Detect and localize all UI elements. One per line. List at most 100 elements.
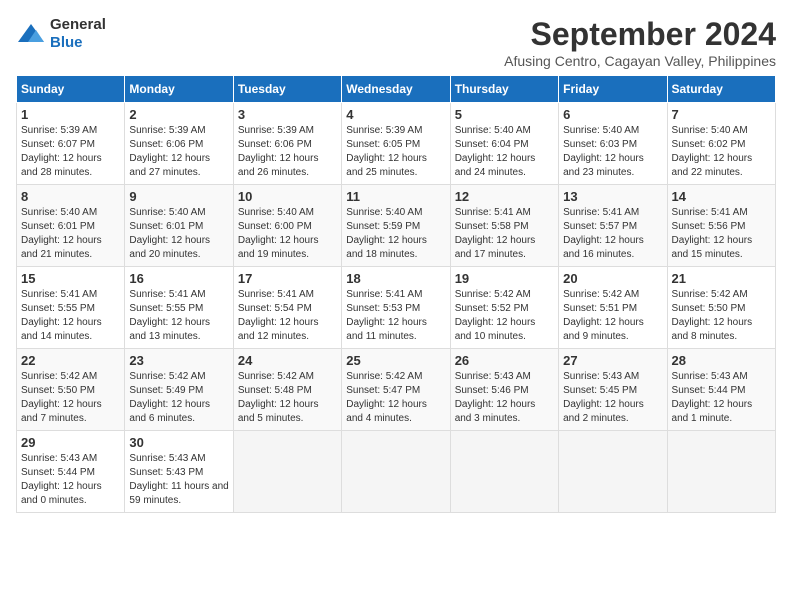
day-number: 25: [346, 353, 445, 368]
calendar-cell: 27 Sunrise: 5:43 AM Sunset: 5:45 PM Dayli…: [559, 349, 667, 431]
calendar-cell: 18 Sunrise: 5:41 AM Sunset: 5:53 PM Dayli…: [342, 267, 450, 349]
day-number: 9: [129, 189, 228, 204]
day-number: 11: [346, 189, 445, 204]
day-detail: Sunrise: 5:40 AM Sunset: 6:01 PM Dayligh…: [129, 206, 228, 262]
day-detail: Sunrise: 5:42 AM Sunset: 5:50 PM Dayligh…: [21, 370, 120, 426]
col-monday: Monday: [125, 76, 233, 103]
day-detail: Sunrise: 5:43 AM Sunset: 5:46 PM Dayligh…: [455, 370, 554, 426]
calendar-cell: 22 Sunrise: 5:42 AM Sunset: 5:50 PM Dayli…: [17, 349, 125, 431]
calendar-cell: 1 Sunrise: 5:39 AM Sunset: 6:07 PM Daylig…: [17, 103, 125, 185]
calendar-week-1: 1 Sunrise: 5:39 AM Sunset: 6:07 PM Daylig…: [17, 103, 776, 185]
calendar-cell: [667, 431, 775, 513]
day-number: 19: [455, 271, 554, 286]
day-detail: Sunrise: 5:41 AM Sunset: 5:55 PM Dayligh…: [129, 288, 228, 344]
logo-text: General Blue: [50, 16, 106, 52]
day-number: 27: [563, 353, 662, 368]
calendar-cell: 25Sunrise: 5:42 AM Sunset: 5:47 PM Dayli…: [342, 349, 450, 431]
location-subtitle: Afusing Centro, Cagayan Valley, Philippi…: [504, 53, 776, 69]
calendar-cell: 23 Sunrise: 5:42 AM Sunset: 5:49 PM Dayli…: [125, 349, 233, 431]
calendar-cell: 10 Sunrise: 5:40 AM Sunset: 6:00 PM Dayli…: [233, 185, 341, 267]
day-detail: Sunrise: 5:41 AM Sunset: 5:54 PM Dayligh…: [238, 288, 337, 344]
day-detail: Sunrise: 5:40 AM Sunset: 6:02 PM Dayligh…: [672, 124, 771, 180]
calendar-cell: 13 Sunrise: 5:41 AM Sunset: 5:57 PM Dayli…: [559, 185, 667, 267]
calendar-table: Sunday Monday Tuesday Wednesday Thursday…: [16, 75, 776, 513]
calendar-cell: 8Sunrise: 5:40 AM Sunset: 6:01 PM Daylig…: [17, 185, 125, 267]
calendar-cell: 7 Sunrise: 5:40 AM Sunset: 6:02 PM Daylig…: [667, 103, 775, 185]
day-number: 18: [346, 271, 445, 286]
day-detail: Sunrise: 5:42 AM Sunset: 5:52 PM Dayligh…: [455, 288, 554, 344]
day-detail: Sunrise: 5:39 AM Sunset: 6:05 PM Dayligh…: [346, 124, 445, 180]
day-detail: Sunrise: 5:42 AM Sunset: 5:50 PM Dayligh…: [672, 288, 771, 344]
calendar-week-3: 15Sunrise: 5:41 AM Sunset: 5:55 PM Dayli…: [17, 267, 776, 349]
day-number: 28: [672, 353, 771, 368]
day-number: 6: [563, 107, 662, 122]
day-detail: Sunrise: 5:40 AM Sunset: 6:03 PM Dayligh…: [563, 124, 662, 180]
day-number: 23: [129, 353, 228, 368]
day-detail: Sunrise: 5:43 AM Sunset: 5:45 PM Dayligh…: [563, 370, 662, 426]
calendar-cell: 15Sunrise: 5:41 AM Sunset: 5:55 PM Dayli…: [17, 267, 125, 349]
month-title: September 2024: [504, 16, 776, 53]
day-number: 5: [455, 107, 554, 122]
day-detail: Sunrise: 5:42 AM Sunset: 5:49 PM Dayligh…: [129, 370, 228, 426]
calendar-cell: 2Sunrise: 5:39 AM Sunset: 6:06 PM Daylig…: [125, 103, 233, 185]
calendar-week-5: 29 Sunrise: 5:43 AM Sunset: 5:44 PM Dayli…: [17, 431, 776, 513]
day-number: 22: [21, 353, 120, 368]
calendar-cell: 16Sunrise: 5:41 AM Sunset: 5:55 PM Dayli…: [125, 267, 233, 349]
day-number: 10: [238, 189, 337, 204]
col-sunday: Sunday: [17, 76, 125, 103]
day-detail: Sunrise: 5:41 AM Sunset: 5:57 PM Dayligh…: [563, 206, 662, 262]
calendar-cell: 6 Sunrise: 5:40 AM Sunset: 6:03 PM Daylig…: [559, 103, 667, 185]
day-detail: Sunrise: 5:40 AM Sunset: 5:59 PM Dayligh…: [346, 206, 445, 262]
day-number: 4: [346, 107, 445, 122]
day-number: 7: [672, 107, 771, 122]
logo-general: General: [50, 16, 106, 33]
calendar-cell: 4 Sunrise: 5:39 AM Sunset: 6:05 PM Daylig…: [342, 103, 450, 185]
day-detail: Sunrise: 5:39 AM Sunset: 6:06 PM Dayligh…: [238, 124, 337, 180]
day-detail: Sunrise: 5:43 AM Sunset: 5:43 PM Dayligh…: [129, 452, 228, 508]
day-detail: Sunrise: 5:41 AM Sunset: 5:55 PM Dayligh…: [21, 288, 120, 344]
calendar-cell: 14Sunrise: 5:41 AM Sunset: 5:56 PM Dayli…: [667, 185, 775, 267]
logo: General Blue: [16, 16, 106, 52]
day-number: 21: [672, 271, 771, 286]
calendar-week-2: 8Sunrise: 5:40 AM Sunset: 6:01 PM Daylig…: [17, 185, 776, 267]
day-number: 13: [563, 189, 662, 204]
day-number: 30: [129, 435, 228, 450]
calendar-header: Sunday Monday Tuesday Wednesday Thursday…: [17, 76, 776, 103]
day-detail: Sunrise: 5:41 AM Sunset: 5:53 PM Dayligh…: [346, 288, 445, 344]
day-number: 24: [238, 353, 337, 368]
day-number: 26: [455, 353, 554, 368]
col-wednesday: Wednesday: [342, 76, 450, 103]
day-number: 17: [238, 271, 337, 286]
logo-icon: [16, 22, 46, 46]
title-area: September 2024 Afusing Centro, Cagayan V…: [504, 16, 776, 69]
calendar-cell: 5 Sunrise: 5:40 AM Sunset: 6:04 PM Daylig…: [450, 103, 558, 185]
calendar-cell: 9 Sunrise: 5:40 AM Sunset: 6:01 PM Daylig…: [125, 185, 233, 267]
day-detail: Sunrise: 5:41 AM Sunset: 5:56 PM Dayligh…: [672, 206, 771, 262]
calendar-cell: 29 Sunrise: 5:43 AM Sunset: 5:44 PM Dayli…: [17, 431, 125, 513]
calendar-cell: [450, 431, 558, 513]
calendar-cell: 12Sunrise: 5:41 AM Sunset: 5:58 PM Dayli…: [450, 185, 558, 267]
day-detail: Sunrise: 5:43 AM Sunset: 5:44 PM Dayligh…: [21, 452, 120, 508]
calendar-cell: 24 Sunrise: 5:42 AM Sunset: 5:48 PM Dayli…: [233, 349, 341, 431]
day-detail: Sunrise: 5:42 AM Sunset: 5:51 PM Dayligh…: [563, 288, 662, 344]
day-detail: Sunrise: 5:40 AM Sunset: 6:00 PM Dayligh…: [238, 206, 337, 262]
calendar-cell: 11 Sunrise: 5:40 AM Sunset: 5:59 PM Dayli…: [342, 185, 450, 267]
day-number: 29: [21, 435, 120, 450]
logo-blue: Blue: [50, 34, 83, 51]
col-thursday: Thursday: [450, 76, 558, 103]
calendar-body: 1 Sunrise: 5:39 AM Sunset: 6:07 PM Daylig…: [17, 103, 776, 513]
header-row: Sunday Monday Tuesday Wednesday Thursday…: [17, 76, 776, 103]
day-number: 1: [21, 107, 120, 122]
calendar-cell: [559, 431, 667, 513]
day-detail: Sunrise: 5:42 AM Sunset: 5:48 PM Dayligh…: [238, 370, 337, 426]
calendar-cell: 21 Sunrise: 5:42 AM Sunset: 5:50 PM Dayli…: [667, 267, 775, 349]
day-number: 3: [238, 107, 337, 122]
day-detail: Sunrise: 5:39 AM Sunset: 6:07 PM Dayligh…: [21, 124, 120, 180]
day-detail: Sunrise: 5:40 AM Sunset: 6:01 PM Dayligh…: [21, 206, 120, 262]
day-number: 2: [129, 107, 228, 122]
col-saturday: Saturday: [667, 76, 775, 103]
day-number: 20: [563, 271, 662, 286]
calendar-cell: [233, 431, 341, 513]
day-detail: Sunrise: 5:40 AM Sunset: 6:04 PM Dayligh…: [455, 124, 554, 180]
calendar-cell: 20 Sunrise: 5:42 AM Sunset: 5:51 PM Dayli…: [559, 267, 667, 349]
